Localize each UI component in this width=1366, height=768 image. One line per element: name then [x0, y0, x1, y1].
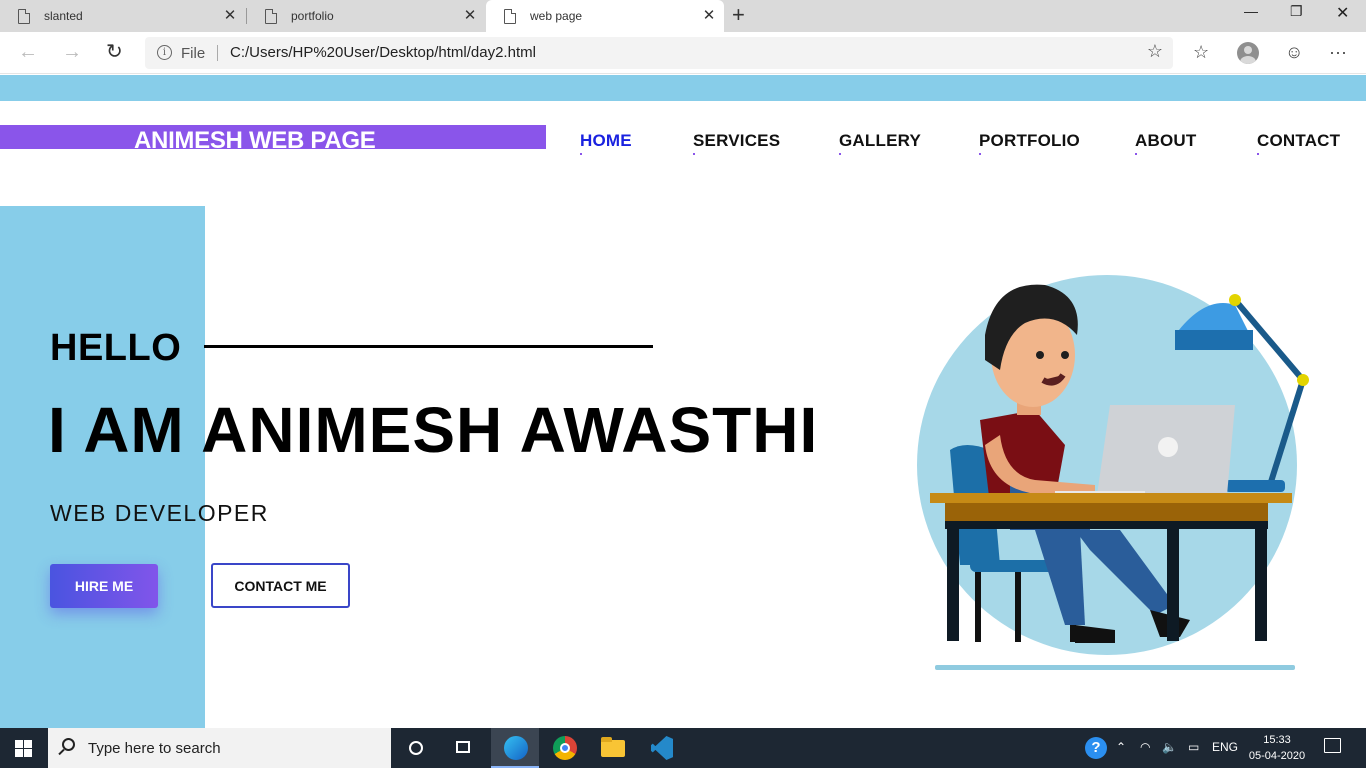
- hero-side-block: [0, 206, 205, 728]
- battery-icon[interactable]: ▭: [1188, 740, 1199, 754]
- document-icon: [18, 8, 30, 24]
- close-window-icon[interactable]: ✕: [1336, 3, 1349, 23]
- hire-me-button[interactable]: HIRE ME: [50, 564, 158, 608]
- windows-taskbar: Type here to search ? ⌃ ◠ 🔈 ▭ ENG 15:33 …: [0, 728, 1366, 768]
- file-explorer-icon[interactable]: [589, 728, 637, 768]
- forward-icon[interactable]: →: [62, 41, 82, 63]
- feedback-icon[interactable]: ☺: [1285, 42, 1303, 62]
- wifi-icon[interactable]: ◠: [1140, 740, 1150, 754]
- brand-logo-text[interactable]: ANIMESH WEB PAGE: [134, 127, 376, 149]
- cortana-icon[interactable]: [392, 728, 440, 768]
- hero-greeting: HELLO: [50, 327, 182, 369]
- hero-headline: I AM ANIMESH AWASTHI: [48, 394, 819, 466]
- refresh-icon[interactable]: ↻: [106, 41, 123, 63]
- document-icon: [504, 8, 516, 24]
- back-icon[interactable]: ←: [18, 41, 38, 63]
- taskbar-search-box[interactable]: Type here to search: [48, 728, 391, 768]
- tab-title: slanted: [44, 9, 83, 23]
- top-color-strip: [0, 75, 1366, 101]
- system-clock[interactable]: 15:33 05-04-2020: [1247, 732, 1307, 764]
- brand-bar: ANIMESH WEB PAGE: [0, 125, 546, 149]
- scheme-label: File: [181, 45, 206, 62]
- nav-home[interactable]: HOME: [580, 131, 632, 155]
- tab-portfolio[interactable]: portfolio ✕: [247, 0, 485, 32]
- clock-date: 05-04-2020: [1248, 750, 1306, 762]
- windows-start-icon[interactable]: [15, 740, 32, 757]
- favorite-star-icon[interactable]: ☆: [1147, 41, 1163, 62]
- tab-slanted[interactable]: slanted ✕: [0, 0, 245, 32]
- clock-time: 15:33: [1263, 734, 1291, 746]
- minimize-icon[interactable]: —: [1244, 3, 1258, 19]
- developer-at-desk-illustration: [917, 275, 1309, 670]
- divider: [217, 45, 218, 61]
- notifications-icon[interactable]: [1324, 738, 1341, 753]
- nav-portfolio[interactable]: PORTFOLIO: [979, 131, 1080, 155]
- volume-icon[interactable]: 🔈: [1162, 740, 1177, 754]
- desk-lamp-shade: [1175, 330, 1253, 350]
- hero-divider-line: [204, 345, 653, 348]
- language-indicator[interactable]: ENG: [1212, 740, 1238, 754]
- close-tab-icon[interactable]: ✕: [702, 8, 716, 24]
- hero-role: WEB DEVELOPER: [50, 500, 269, 526]
- contact-me-button[interactable]: CONTACT ME: [211, 563, 350, 608]
- close-tab-icon[interactable]: ✕: [223, 8, 237, 24]
- nav-services[interactable]: SERVICES: [693, 131, 780, 155]
- profile-avatar-icon[interactable]: [1237, 42, 1259, 64]
- search-placeholder: Type here to search: [88, 740, 221, 757]
- nav-gallery[interactable]: GALLERY: [839, 131, 921, 155]
- tab-title: web page: [530, 9, 583, 23]
- info-icon[interactable]: i: [157, 45, 172, 60]
- nav-about[interactable]: ABOUT: [1135, 131, 1196, 155]
- nav-contact[interactable]: CONTACT: [1257, 131, 1340, 155]
- more-options-icon[interactable]: ···: [1329, 42, 1347, 62]
- favorites-list-icon[interactable]: ☆: [1193, 42, 1209, 62]
- close-tab-icon[interactable]: ✕: [463, 8, 477, 24]
- new-tab-icon[interactable]: +: [732, 4, 745, 26]
- browser-tab-strip: slanted ✕ portfolio ✕ web page ✕ + — ❐ ✕: [0, 0, 1366, 32]
- tab-title: portfolio: [291, 9, 334, 23]
- edge-browser-icon[interactable]: [491, 728, 539, 768]
- address-bar[interactable]: i File C:/Users/HP%20User/Desktop/html/d…: [145, 37, 1173, 69]
- search-icon: [62, 738, 75, 751]
- show-hidden-icons-icon[interactable]: ⌃: [1116, 740, 1126, 754]
- tab-web-page[interactable]: web page ✕: [486, 0, 724, 32]
- browser-toolbar: ← → ↻ i File C:/Users/HP%20User/Desktop/…: [0, 32, 1366, 74]
- desk-top: [930, 493, 1292, 503]
- page-viewport: ANIMESH WEB PAGE HOME SERVICES GALLERY P…: [0, 75, 1366, 728]
- chrome-icon[interactable]: [540, 728, 588, 768]
- help-icon[interactable]: ?: [1085, 737, 1107, 759]
- document-icon: [265, 8, 277, 24]
- task-view-icon[interactable]: [440, 728, 488, 768]
- vscode-icon[interactable]: [638, 728, 686, 768]
- url-text[interactable]: C:/Users/HP%20User/Desktop/html/day2.htm…: [230, 44, 536, 61]
- restore-icon[interactable]: ❐: [1290, 3, 1303, 20]
